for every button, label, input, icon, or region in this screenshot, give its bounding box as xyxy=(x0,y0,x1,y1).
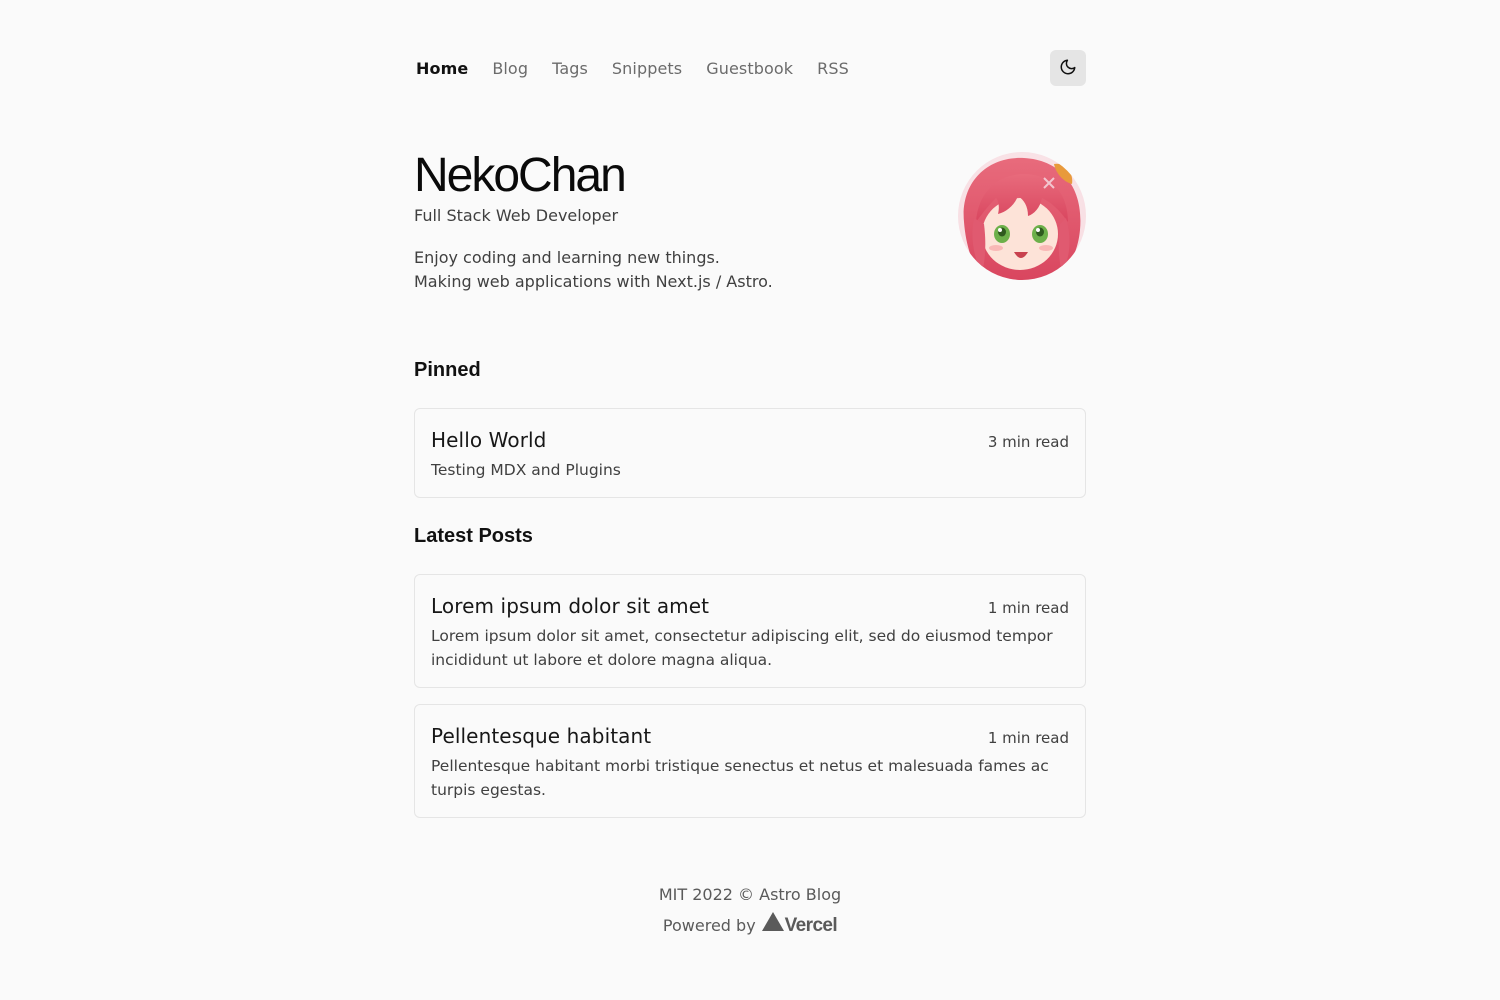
powered-by-label: Powered by xyxy=(662,916,756,935)
nav-guestbook-link[interactable]: Guestbook xyxy=(706,59,793,78)
vercel-wordmark: Vercel xyxy=(784,915,838,936)
nav-rss-link[interactable]: RSS xyxy=(817,59,849,78)
post-description: Lorem ipsum dolor sit amet, consectetur … xyxy=(431,627,1053,669)
nav-tags-link[interactable]: Tags xyxy=(552,59,588,78)
profile-role: Full Stack Web Developer xyxy=(414,206,619,225)
latest-section: Latest Posts Lorem ipsum dolor sit amet … xyxy=(414,516,1086,818)
post-card[interactable]: Hello World 3 min read Testing MDX and P… xyxy=(414,408,1086,498)
nav-links: Home Blog Tags Snippets Guestbook RSS xyxy=(413,59,873,78)
post-description: Testing MDX and Plugins xyxy=(431,461,621,479)
nav-home-link[interactable]: Home xyxy=(416,59,468,78)
read-time: 1 min read xyxy=(987,599,1069,617)
read-time: 1 min read xyxy=(987,729,1069,747)
post-card[interactable]: Pellentesque habitant 1 min read Pellent… xyxy=(414,704,1086,818)
post-description: Pellentesque habitant morbi tristique se… xyxy=(431,757,1049,799)
pinned-heading: Pinned xyxy=(414,359,481,381)
latest-heading: Latest Posts xyxy=(414,525,533,547)
profile-bio-line: Making web applications with Next.js / A… xyxy=(414,272,773,291)
nav-snippets-link[interactable]: Snippets xyxy=(612,59,682,78)
profile-bio-line: Enjoy coding and learning new things. xyxy=(414,248,720,267)
post-card-header: Hello World 3 min read xyxy=(431,426,1069,454)
post-title: Hello World xyxy=(431,428,547,452)
nav-blog-link[interactable]: Blog xyxy=(492,59,528,78)
pinned-section: Pinned Hello World 3 min read Testing MD… xyxy=(414,350,1086,498)
hero-section: NekoChan Full Stack Web Developer Enjoy … xyxy=(414,136,1086,350)
footer-copyright: MIT 2022 © Astro Blog xyxy=(658,885,842,904)
vercel-triangle-icon xyxy=(761,910,784,942)
page-container: Home Blog Tags Snippets Guestbook RSS Ne… xyxy=(414,0,1086,942)
profile-name: NekoChan xyxy=(414,149,627,202)
profile-bio: Enjoy coding and learning new things. Ma… xyxy=(414,246,773,294)
footer-powered: Powered by Vercel xyxy=(414,910,1086,942)
vercel-link[interactable]: Vercel xyxy=(761,910,838,942)
moon-icon xyxy=(1059,58,1077,79)
post-title: Lorem ipsum dolor sit amet xyxy=(431,594,710,618)
read-time: 3 min read xyxy=(987,433,1069,451)
theme-toggle-button[interactable] xyxy=(1050,50,1086,86)
post-title: Pellentesque habitant xyxy=(431,724,652,748)
post-card-header: Pellentesque habitant 1 min read xyxy=(431,722,1069,750)
avatar xyxy=(958,152,1086,280)
top-nav: Home Blog Tags Snippets Guestbook RSS xyxy=(414,0,1086,136)
post-card[interactable]: Lorem ipsum dolor sit amet 1 min read Lo… xyxy=(414,574,1086,688)
post-card-header: Lorem ipsum dolor sit amet 1 min read xyxy=(431,592,1069,620)
footer: MIT 2022 © Astro Blog Powered by Vercel xyxy=(414,880,1086,942)
